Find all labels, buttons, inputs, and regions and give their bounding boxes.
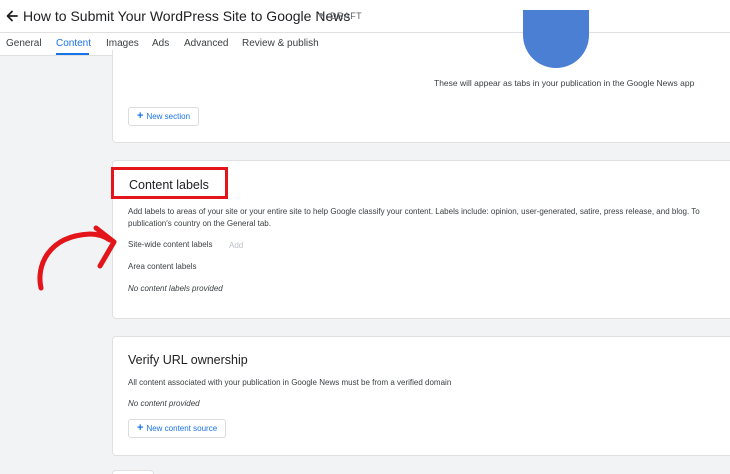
verify-url-description: All content associated with your publica… bbox=[128, 378, 452, 387]
add-site-wide-label-button[interactable]: Add bbox=[229, 241, 243, 250]
separator-dot bbox=[319, 13, 323, 17]
new-content-source-label: New content source bbox=[146, 424, 218, 433]
back-arrow-icon[interactable] bbox=[5, 8, 19, 24]
new-content-source-button[interactable]: + New content source bbox=[128, 419, 227, 438]
new-section-label: New section bbox=[146, 112, 191, 121]
verify-url-card: Verify URL ownership All content associa… bbox=[112, 336, 730, 456]
top-bar: How to Submit Your WordPress Site to Goo… bbox=[0, 0, 730, 33]
site-wide-labels-label: Site-wide content labels bbox=[128, 240, 213, 249]
sections-note: These will appear as tabs in your public… bbox=[434, 78, 695, 88]
preview-graphic bbox=[523, 10, 589, 68]
active-tab-indicator bbox=[56, 53, 89, 55]
plus-icon: + bbox=[137, 110, 144, 122]
area-labels-label: Area content labels bbox=[128, 262, 197, 271]
no-labels-text: No content labels provided bbox=[128, 284, 223, 293]
content-labels-description: Add labels to areas of your site or your… bbox=[128, 206, 730, 230]
new-section-button[interactable]: + New section bbox=[128, 107, 200, 126]
tab-review-publish[interactable]: Review & publish bbox=[242, 38, 319, 49]
description-line-2: publication's country on the General tab… bbox=[128, 219, 271, 228]
status-badge: DRAFT bbox=[330, 11, 362, 21]
tab-content[interactable]: Content bbox=[56, 38, 91, 49]
plus-icon: + bbox=[137, 422, 144, 434]
tab-ads[interactable]: Ads bbox=[152, 38, 169, 49]
highlight-box bbox=[111, 167, 228, 199]
sections-card: These will appear as tabs in your public… bbox=[112, 10, 730, 143]
tab-images[interactable]: Images bbox=[106, 38, 139, 49]
arrow-annotation-icon bbox=[37, 225, 117, 291]
page-title: How to Submit Your WordPress Site to Goo… bbox=[23, 8, 351, 24]
next-card-edge bbox=[112, 470, 154, 474]
verify-url-title: Verify URL ownership bbox=[128, 353, 248, 367]
tab-general[interactable]: General bbox=[6, 38, 42, 49]
no-content-text: No content provided bbox=[128, 399, 200, 408]
tab-advanced[interactable]: Advanced bbox=[184, 38, 228, 49]
description-line-1: Add labels to areas of your site or your… bbox=[128, 207, 700, 216]
